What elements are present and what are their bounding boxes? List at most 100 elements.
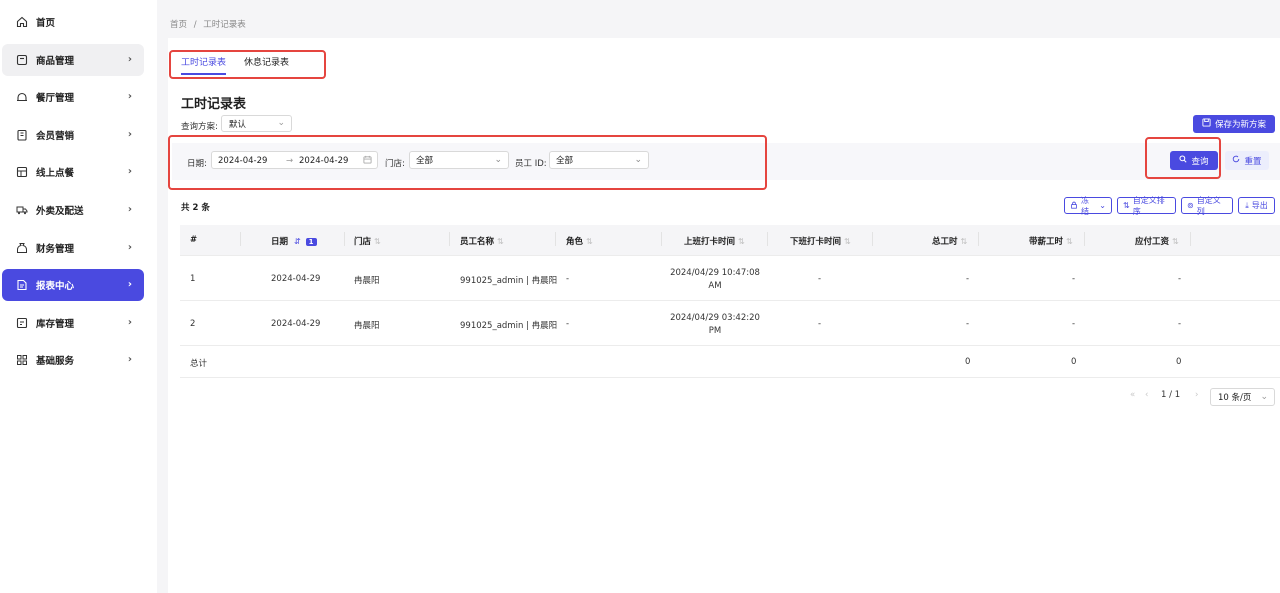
page-size-select[interactable]: 10 条/页 ⌄: [1210, 388, 1275, 406]
column-header-clock-out[interactable]: 下班打卡时间 ⇅: [790, 235, 851, 247]
column-divider: [555, 232, 556, 246]
sidebar-item-products[interactable]: 商品管理 ›: [2, 43, 144, 76]
column-divider: [661, 232, 662, 246]
tab-work-hours[interactable]: 工时记录表: [181, 55, 227, 75]
column-header-wage-label: 应付工资: [1135, 237, 1170, 247]
sort-icon: ⇅: [844, 237, 851, 246]
tab-break-records[interactable]: 休息记录表: [244, 55, 289, 75]
cell-clock-in: 2024/04/29 03:42:20 PM: [668, 312, 762, 338]
sidebar-item-label: 首页: [36, 18, 56, 29]
column-divider: [767, 232, 768, 246]
sidebar-item-online-order[interactable]: 线上点餐 ›: [2, 156, 144, 188]
sidebar-item-label: 会员营销: [36, 130, 75, 142]
sidebar-item-restaurant[interactable]: 餐厅管理 ›: [2, 81, 144, 113]
column-header-date-label: 日期: [271, 237, 289, 247]
delivery-icon: [15, 203, 29, 217]
sidebar-item-report-center[interactable]: 报表中心 ›: [2, 269, 144, 302]
query-button[interactable]: 查询: [1170, 151, 1218, 170]
column-header-employee-name[interactable]: 员工名称 ⇅: [460, 235, 504, 247]
export-label: 导出: [1251, 201, 1268, 210]
sidebar-item-finance[interactable]: 财务管理 ›: [2, 232, 144, 264]
column-header-date[interactable]: 日期 ⇵ 1: [271, 235, 317, 247]
freeze-button[interactable]: 冻结 ⌄: [1064, 196, 1112, 216]
lock-icon: [1070, 201, 1078, 211]
chevron-down-icon: ⌄: [277, 118, 285, 128]
row-divider: [180, 300, 1280, 301]
row-divider: [180, 255, 1280, 256]
column-divider: [240, 232, 241, 246]
save-scheme-label: 保存为新方案: [1214, 120, 1266, 130]
member-icon: [15, 128, 29, 142]
cell-date: 2024-04-29: [271, 319, 321, 329]
export-button[interactable]: ⤓ 导出: [1238, 197, 1275, 214]
cell-paid-hours: -: [1072, 274, 1076, 284]
sort-icon: ⇅: [1066, 237, 1073, 246]
next-page-icon[interactable]: ›: [1195, 390, 1198, 400]
column-divider: [872, 232, 873, 246]
sidebar-item-inventory[interactable]: 库存管理 ›: [2, 307, 144, 339]
tab-bar: 工时记录表 休息记录表: [181, 55, 289, 75]
date-end: 2024-04-29: [299, 156, 349, 166]
reset-button[interactable]: 重置: [1225, 151, 1269, 170]
employee-id-select[interactable]: 全部 ⌄: [549, 151, 649, 169]
chevron-right-icon: ›: [127, 53, 132, 65]
column-header-paid-hours-label: 带薪工时: [1029, 237, 1064, 247]
date-start: 2024-04-29: [218, 156, 268, 166]
chevron-right-icon: ›: [127, 316, 132, 328]
row-divider: [180, 345, 1280, 346]
column-header-total-hours[interactable]: 总工时 ⇅: [932, 235, 967, 247]
column-header-wage[interactable]: 应付工资 ⇅: [1135, 235, 1179, 247]
column-header-role[interactable]: 角色 ⇅: [566, 235, 593, 247]
sort-icon: ⇅: [1123, 201, 1130, 210]
sort-icon: ⇅: [497, 237, 504, 246]
first-page-icon[interactable]: «: [1130, 390, 1135, 400]
sort-order-badge: 1: [305, 238, 317, 246]
record-count: 共 2 条: [181, 203, 210, 213]
sidebar-item-member[interactable]: 会员营销 ›: [2, 119, 144, 151]
sidebar-item-home[interactable]: 首页: [2, 6, 144, 38]
chevron-right-icon: ›: [127, 354, 132, 366]
chevron-right-icon: ›: [127, 241, 132, 253]
breadcrumb-current: 工时记录表: [203, 20, 246, 30]
custom-columns-button[interactable]: ⊚ 自定义列: [1181, 195, 1233, 216]
inventory-icon: [15, 316, 29, 330]
cell-store: 冉晨阳: [354, 321, 380, 331]
column-header-clock-in[interactable]: 上班打卡时间 ⇅: [684, 235, 745, 247]
page-title: 工时记录表: [181, 97, 247, 112]
product-icon: [15, 53, 29, 67]
cell-clock-in-time: 2024/04/29 10:47:08: [670, 268, 760, 278]
breadcrumb-home[interactable]: 首页: [170, 20, 187, 30]
cell-wage: -: [1178, 319, 1182, 329]
sidebar-item-delivery[interactable]: 外卖及配送 ›: [2, 194, 144, 226]
column-header-role-label: 角色: [566, 237, 584, 247]
column-header-store[interactable]: 门店 ⇅: [354, 235, 381, 247]
custom-columns-label: 自定义列: [1196, 195, 1221, 216]
scheme-select[interactable]: 默认 ⌄: [221, 115, 292, 132]
chevron-right-icon: ›: [127, 166, 132, 178]
query-label: 查询: [1191, 156, 1209, 167]
chevron-right-icon: ›: [127, 91, 132, 103]
home-icon: [15, 15, 29, 29]
sidebar-item-basic-services[interactable]: 基础服务 ›: [2, 344, 144, 376]
online-order-icon: [15, 165, 29, 179]
chevron-right-icon: ›: [127, 203, 132, 215]
save-scheme-button[interactable]: 保存为新方案: [1193, 115, 1275, 133]
sidebar-item-label: 外卖及配送: [36, 205, 84, 217]
date-range-picker[interactable]: 2024-04-29 → 2024-04-29: [211, 151, 378, 169]
sidebar-item-label: 报表中心: [36, 281, 75, 293]
page-size-value: 10 条/页: [1218, 393, 1252, 403]
prev-page-icon[interactable]: ‹: [1145, 390, 1148, 400]
cell-total-hours: -: [966, 319, 970, 329]
sidebar-item-label: 餐厅管理: [36, 93, 75, 105]
employee-id-label: 员工 ID:: [515, 159, 547, 169]
custom-sort-button[interactable]: ⇅ 自定义排序: [1117, 196, 1176, 216]
sort-icon: ⇅: [738, 237, 745, 246]
sort-icon: ⇵: [293, 237, 301, 246]
page-indicator: 1 / 1: [1161, 390, 1180, 400]
search-icon: [1179, 155, 1188, 166]
store-select[interactable]: 全部 ⌄: [409, 151, 509, 169]
sidebar-item-label: 库存管理: [36, 318, 75, 330]
store-label: 门店:: [385, 159, 405, 169]
column-divider: [1084, 232, 1085, 246]
column-header-paid-hours[interactable]: 带薪工时 ⇅: [1029, 235, 1073, 247]
